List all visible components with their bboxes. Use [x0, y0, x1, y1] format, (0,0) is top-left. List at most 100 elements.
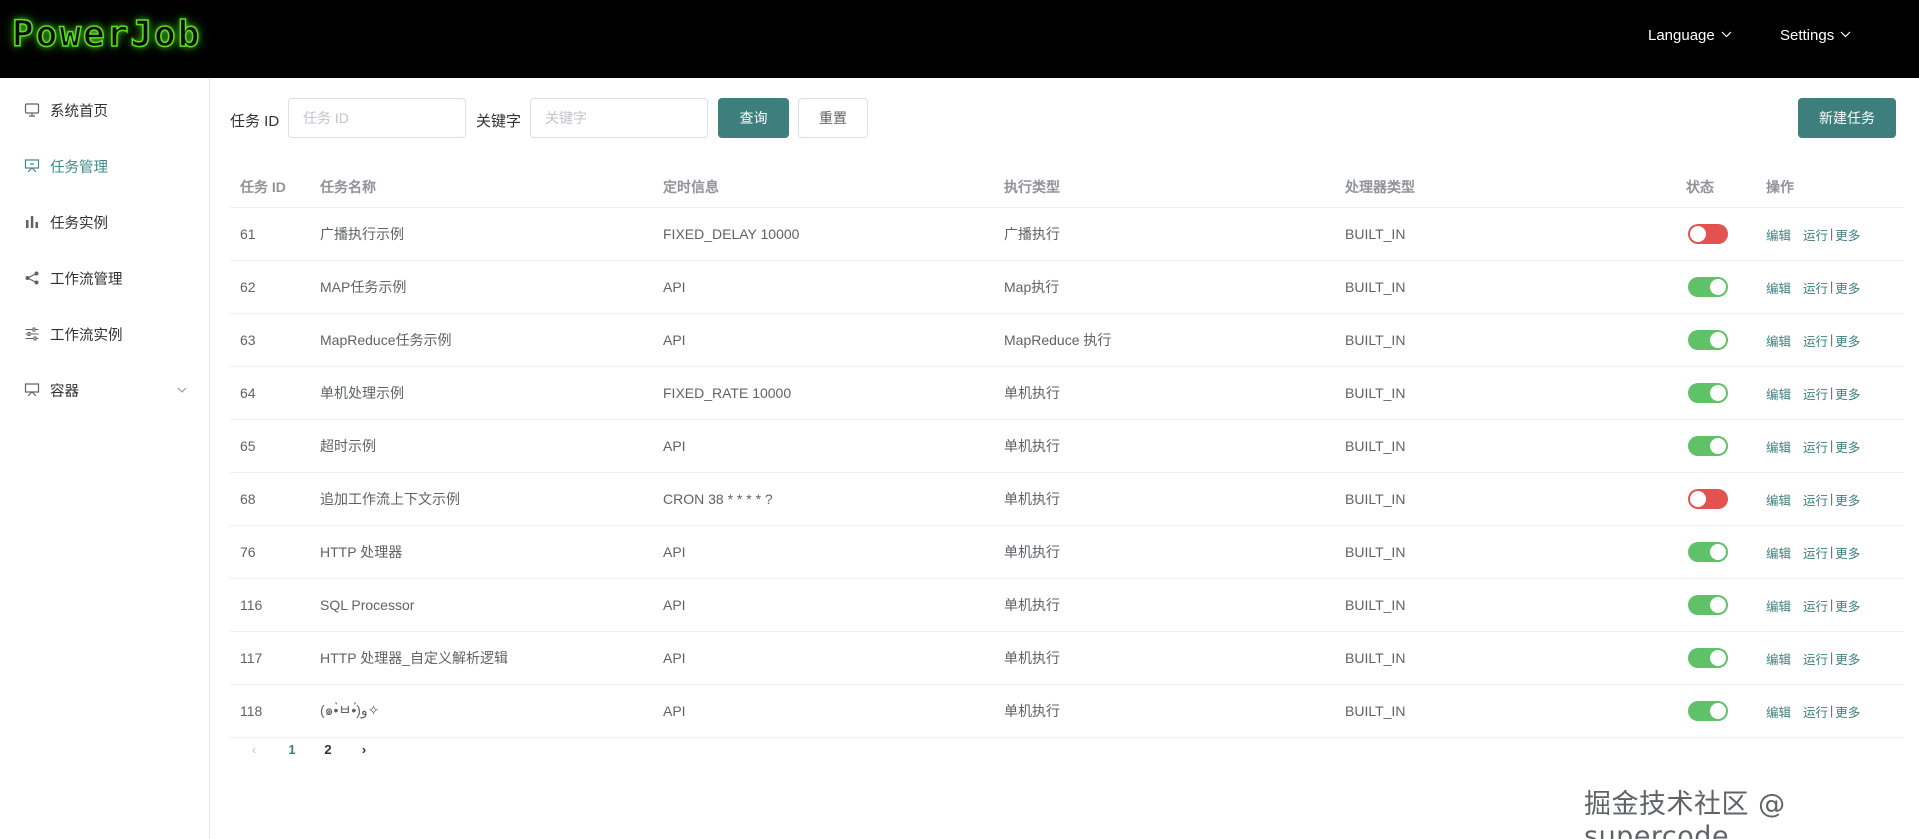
sidebar-item-home[interactable]: 系统首页: [0, 90, 209, 130]
run-link[interactable]: 运行: [1803, 225, 1828, 244]
toggle-knob: [1710, 597, 1726, 613]
action-separator: |: [1830, 598, 1834, 612]
status-toggle[interactable]: [1688, 277, 1728, 297]
run-link[interactable]: 运行: [1803, 543, 1828, 562]
next-page-button[interactable]: ›: [350, 742, 378, 757]
sidebar-item-label: 工作流管理: [50, 271, 123, 288]
query-button[interactable]: 查询: [718, 98, 789, 138]
settings-menu[interactable]: Settings: [1780, 27, 1851, 44]
job-id-cell: 118: [240, 703, 263, 719]
chevron-down-icon: [1840, 30, 1851, 41]
status-cell: [1688, 314, 1728, 366]
exec-type-cell: 单机执行: [1004, 703, 1060, 719]
status-cell: [1688, 420, 1728, 472]
edit-link[interactable]: 编辑: [1766, 490, 1791, 509]
timing-cell: CRON 38 * * * * ?: [663, 491, 773, 507]
more-link[interactable]: 更多: [1835, 384, 1860, 403]
powerjob-logo[interactable]: PowerJob: [11, 13, 201, 56]
timing-cell: API: [663, 544, 686, 560]
top-bar: PowerJob Language Settings: [0, 0, 1919, 78]
more-link[interactable]: 更多: [1835, 490, 1860, 509]
actions-cell: 编辑 运行 | 更多: [1766, 367, 1860, 419]
status-cell: [1688, 526, 1728, 578]
table-row: 64 单机处理示例 FIXED_RATE 10000 单机执行 BUILT_IN 编辑 运行…: [230, 367, 1904, 420]
status-toggle[interactable]: [1688, 489, 1728, 509]
table-row: 62 MAP任务示例 API Map执行 BUILT_IN 编辑 运行 | 更多: [230, 261, 1904, 314]
more-link[interactable]: 更多: [1835, 437, 1860, 456]
edit-link[interactable]: 编辑: [1766, 331, 1791, 350]
keyword-input[interactable]: [530, 98, 708, 138]
job-name-cell: 追加工作流上下文示例: [320, 491, 460, 507]
more-link[interactable]: 更多: [1835, 702, 1860, 721]
timing-cell: API: [663, 650, 686, 666]
sidebar-item-job-instances[interactable]: 任务实例: [0, 202, 209, 242]
run-link[interactable]: 运行: [1803, 278, 1828, 297]
language-menu[interactable]: Language: [1648, 27, 1732, 44]
more-link[interactable]: 更多: [1835, 596, 1860, 615]
timing-cell: FIXED_RATE 10000: [663, 385, 792, 401]
edit-link[interactable]: 编辑: [1766, 225, 1791, 244]
exec-type-cell: 单机执行: [1004, 597, 1060, 613]
processor-cell: BUILT_IN: [1345, 491, 1406, 507]
toggle-knob: [1710, 385, 1726, 401]
status-cell: [1688, 685, 1728, 737]
toggle-knob: [1710, 703, 1726, 719]
page-2-button[interactable]: 2: [314, 742, 342, 757]
edit-link[interactable]: 编辑: [1766, 384, 1791, 403]
column-header-id: 任务 ID: [240, 178, 286, 195]
more-link[interactable]: 更多: [1835, 649, 1860, 668]
edit-link[interactable]: 编辑: [1766, 649, 1791, 668]
bar-chart-icon: [24, 214, 40, 230]
actions-cell: 编辑 运行 | 更多: [1766, 473, 1860, 525]
job-name-cell: MAP任务示例: [320, 279, 407, 295]
exec-type-cell: 单机执行: [1004, 438, 1060, 454]
sidebar-item-container[interactable]: 容器: [0, 370, 209, 410]
run-link[interactable]: 运行: [1803, 649, 1828, 668]
actions-cell: 编辑 运行 | 更多: [1766, 208, 1860, 260]
page-1-button[interactable]: 1: [278, 742, 306, 757]
status-cell: [1688, 367, 1728, 419]
prev-page-button[interactable]: ‹: [240, 742, 268, 757]
more-link[interactable]: 更多: [1835, 225, 1860, 244]
job-name-cell: 超时示例: [320, 438, 376, 454]
column-header-status: 状态: [1686, 178, 1714, 195]
status-toggle[interactable]: [1688, 383, 1728, 403]
edit-link[interactable]: 编辑: [1766, 702, 1791, 721]
status-toggle[interactable]: [1688, 701, 1728, 721]
status-cell: [1688, 473, 1728, 525]
presentation-board-icon: [24, 158, 40, 174]
status-toggle[interactable]: [1688, 542, 1728, 562]
edit-link[interactable]: 编辑: [1766, 278, 1791, 297]
more-link[interactable]: 更多: [1835, 543, 1860, 562]
run-link[interactable]: 运行: [1803, 490, 1828, 509]
status-toggle[interactable]: [1688, 436, 1728, 456]
job-id-input[interactable]: [288, 98, 466, 138]
run-link[interactable]: 运行: [1803, 384, 1828, 403]
reset-button[interactable]: 重置: [798, 98, 868, 138]
edit-link[interactable]: 编辑: [1766, 543, 1791, 562]
run-link[interactable]: 运行: [1803, 702, 1828, 721]
action-separator: |: [1830, 439, 1834, 453]
sidebar: 系统首页 任务管理 任务实例 工作流管理 工作流实例 容器: [0, 78, 210, 839]
toggle-knob: [1690, 491, 1706, 507]
more-link[interactable]: 更多: [1835, 331, 1860, 350]
more-link[interactable]: 更多: [1835, 278, 1860, 297]
edit-link[interactable]: 编辑: [1766, 437, 1791, 456]
job-id-cell: 68: [240, 491, 256, 507]
new-job-button[interactable]: 新建任务: [1798, 98, 1896, 138]
run-link[interactable]: 运行: [1803, 596, 1828, 615]
sidebar-item-workflow-management[interactable]: 工作流管理: [0, 258, 209, 298]
sidebar-item-job-management[interactable]: 任务管理: [0, 146, 209, 186]
toggle-knob: [1710, 279, 1726, 295]
status-toggle[interactable]: [1688, 330, 1728, 350]
edit-link[interactable]: 编辑: [1766, 596, 1791, 615]
status-toggle[interactable]: [1688, 648, 1728, 668]
sidebar-item-label: 任务管理: [50, 159, 108, 176]
status-toggle[interactable]: [1688, 224, 1728, 244]
exec-type-cell: 广播执行: [1004, 226, 1060, 242]
status-toggle[interactable]: [1688, 595, 1728, 615]
sidebar-item-workflow-instances[interactable]: 工作流实例: [0, 314, 209, 354]
actions-cell: 编辑 运行 | 更多: [1766, 314, 1860, 366]
run-link[interactable]: 运行: [1803, 437, 1828, 456]
run-link[interactable]: 运行: [1803, 331, 1828, 350]
